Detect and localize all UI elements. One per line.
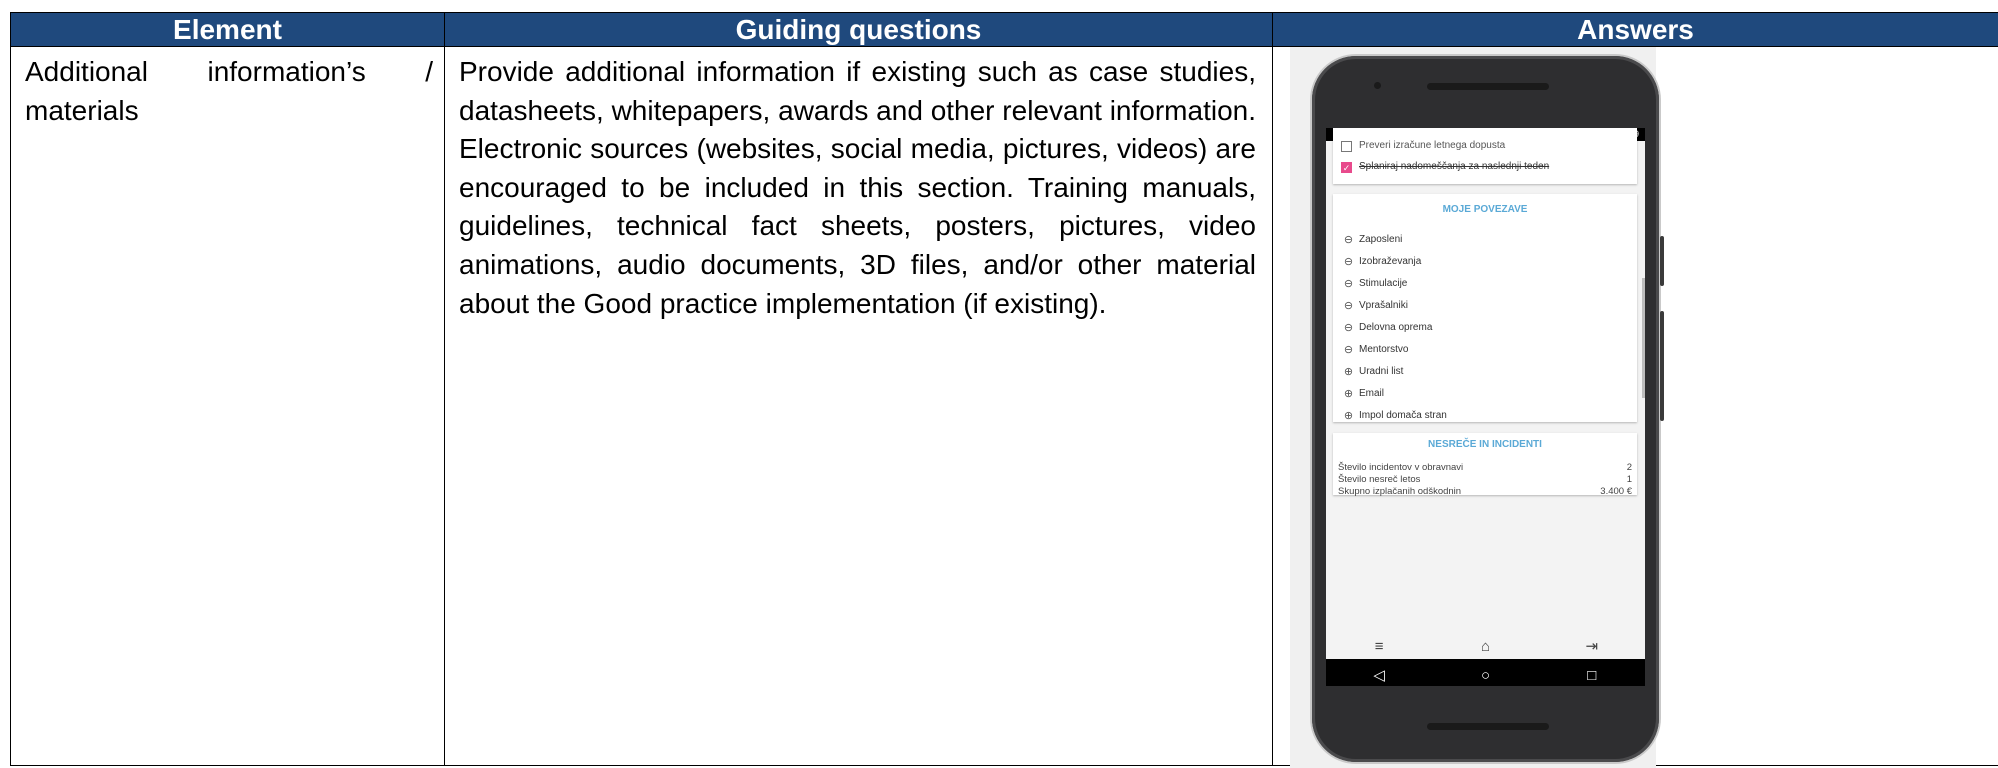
link-label: Vprašalniki: [1359, 300, 1408, 312]
recents-icon[interactable]: □: [1562, 670, 1622, 682]
link-item-izobrazevanja[interactable]: ⊖Izobraževanja: [1341, 256, 1421, 268]
link-item-stimulacije[interactable]: ⊖Stimulacije: [1341, 278, 1407, 290]
app-bottom-nav: ≡ ⌂ ⇥: [1326, 635, 1645, 659]
link-item-mentorstvo[interactable]: ⊖Mentorstvo: [1341, 344, 1408, 356]
volume-button: [1660, 311, 1664, 421]
phone-screenshot: ▾◢ ▮ 12:29 Preveri izračune letnega dopu…: [1290, 47, 1656, 768]
home-icon[interactable]: ⌂: [1455, 641, 1515, 653]
todo-label: Splaniraj nadomeščanja za naslednji tede…: [1359, 161, 1549, 173]
link-label: Mentorstvo: [1359, 344, 1408, 356]
power-button: [1660, 236, 1664, 286]
stat-label: Število nesreč letos: [1338, 474, 1420, 486]
phone-frame: ▾◢ ▮ 12:29 Preveri izračune letnega dopu…: [1312, 56, 1659, 762]
stat-label: Število incidentov v obravnavi: [1338, 462, 1463, 474]
link-icon: ⊖: [1341, 344, 1356, 356]
element-label-line1: Additional information’s /: [25, 53, 433, 92]
link-icon: ⊖: [1341, 256, 1356, 268]
link-label: Email: [1359, 388, 1384, 400]
link-icon: ⊖: [1341, 322, 1356, 334]
stat-row: Število incidentov v obravnavi 2: [1338, 462, 1632, 474]
logout-icon[interactable]: ⇥: [1562, 641, 1622, 653]
todo-item[interactable]: ✓ Splaniraj nadomeščanja za naslednji te…: [1341, 160, 1549, 174]
todo-item[interactable]: Preveri izračune letnega dopusta: [1341, 139, 1505, 153]
todo-card: Preveri izračune letnega dopusta ✓ Splan…: [1333, 128, 1637, 184]
element-label-word: Additional: [25, 53, 148, 92]
link-icon: ⊖: [1341, 278, 1356, 290]
link-item-impol[interactable]: ⊕Impol domača stran: [1341, 410, 1447, 422]
globe-icon: ⊕: [1341, 410, 1356, 422]
back-icon[interactable]: ◁: [1349, 670, 1409, 682]
menu-icon[interactable]: ≡: [1349, 641, 1409, 653]
incidents-title: NESREČE IN INCIDENTI: [1333, 439, 1637, 451]
link-item-delovna-oprema[interactable]: ⊖Delovna oprema: [1341, 322, 1432, 334]
stat-value: 2: [1627, 462, 1632, 474]
link-icon: ⊖: [1341, 234, 1356, 246]
checkbox-checked-icon[interactable]: ✓: [1341, 162, 1352, 173]
link-label: Delovna oprema: [1359, 322, 1432, 334]
link-item-uradni-list[interactable]: ⊕Uradni list: [1341, 366, 1403, 378]
good-practice-table: Element Guiding questions Answers Additi…: [10, 12, 1998, 766]
element-label-line2: materials: [25, 92, 433, 131]
stat-row: Skupno izplačanih odškodnin 3.400 €: [1338, 486, 1632, 498]
header-row: Element Guiding questions Answers: [11, 13, 1998, 47]
header-answers: Answers: [1273, 13, 1998, 47]
top-speaker: [1427, 83, 1549, 90]
home-circle-icon[interactable]: ○: [1455, 670, 1515, 682]
answers-cell: ▾◢ ▮ 12:29 Preveri izračune letnega dopu…: [1273, 47, 1998, 766]
scrollbar[interactable]: [1642, 278, 1645, 398]
stat-row: Število nesreč letos 1: [1338, 474, 1632, 486]
link-label: Zaposleni: [1359, 234, 1402, 246]
stat-value: 3.400 €: [1600, 486, 1632, 498]
camera-dot: [1374, 82, 1381, 89]
stat-label: Skupno izplačanih odškodnin: [1338, 486, 1461, 498]
link-label: Izobraževanja: [1359, 256, 1421, 268]
link-label: Impol domača stran: [1359, 410, 1447, 422]
android-nav-bar: ◁ ○ □: [1326, 659, 1645, 686]
table-row: Additional information’s / materials Pro…: [11, 47, 1998, 766]
element-cell: Additional information’s / materials: [11, 47, 445, 766]
element-label-word: information’s: [207, 53, 365, 92]
header-guiding-questions: Guiding questions: [445, 13, 1273, 47]
links-title: MOJE POVEZAVE: [1333, 204, 1637, 216]
checkbox-icon[interactable]: [1341, 141, 1352, 152]
todo-label: Preveri izračune letnega dopusta: [1359, 140, 1505, 152]
guiding-question-cell: Provide additional information if existi…: [445, 47, 1273, 766]
link-label: Stimulacije: [1359, 278, 1407, 290]
links-card: MOJE POVEZAVE ⊖Zaposleni ⊖Izobraževanja …: [1333, 194, 1637, 422]
link-item-email[interactable]: ⊕Email: [1341, 388, 1384, 400]
link-icon: ⊖: [1341, 300, 1356, 312]
globe-icon: ⊕: [1341, 388, 1356, 400]
header-element: Element: [11, 13, 445, 47]
bottom-speaker: [1427, 723, 1549, 730]
element-label-word: /: [425, 53, 433, 92]
phone-screen: ▾◢ ▮ 12:29 Preveri izračune letnega dopu…: [1326, 128, 1645, 686]
incidents-card: NESREČE IN INCIDENTI Število incidentov …: [1333, 433, 1637, 495]
globe-icon: ⊕: [1341, 366, 1356, 378]
link-label: Uradni list: [1359, 366, 1403, 378]
link-item-vprasalniki[interactable]: ⊖Vprašalniki: [1341, 300, 1408, 312]
stat-value: 1: [1627, 474, 1632, 486]
link-item-zaposleni[interactable]: ⊖Zaposleni: [1341, 234, 1402, 246]
